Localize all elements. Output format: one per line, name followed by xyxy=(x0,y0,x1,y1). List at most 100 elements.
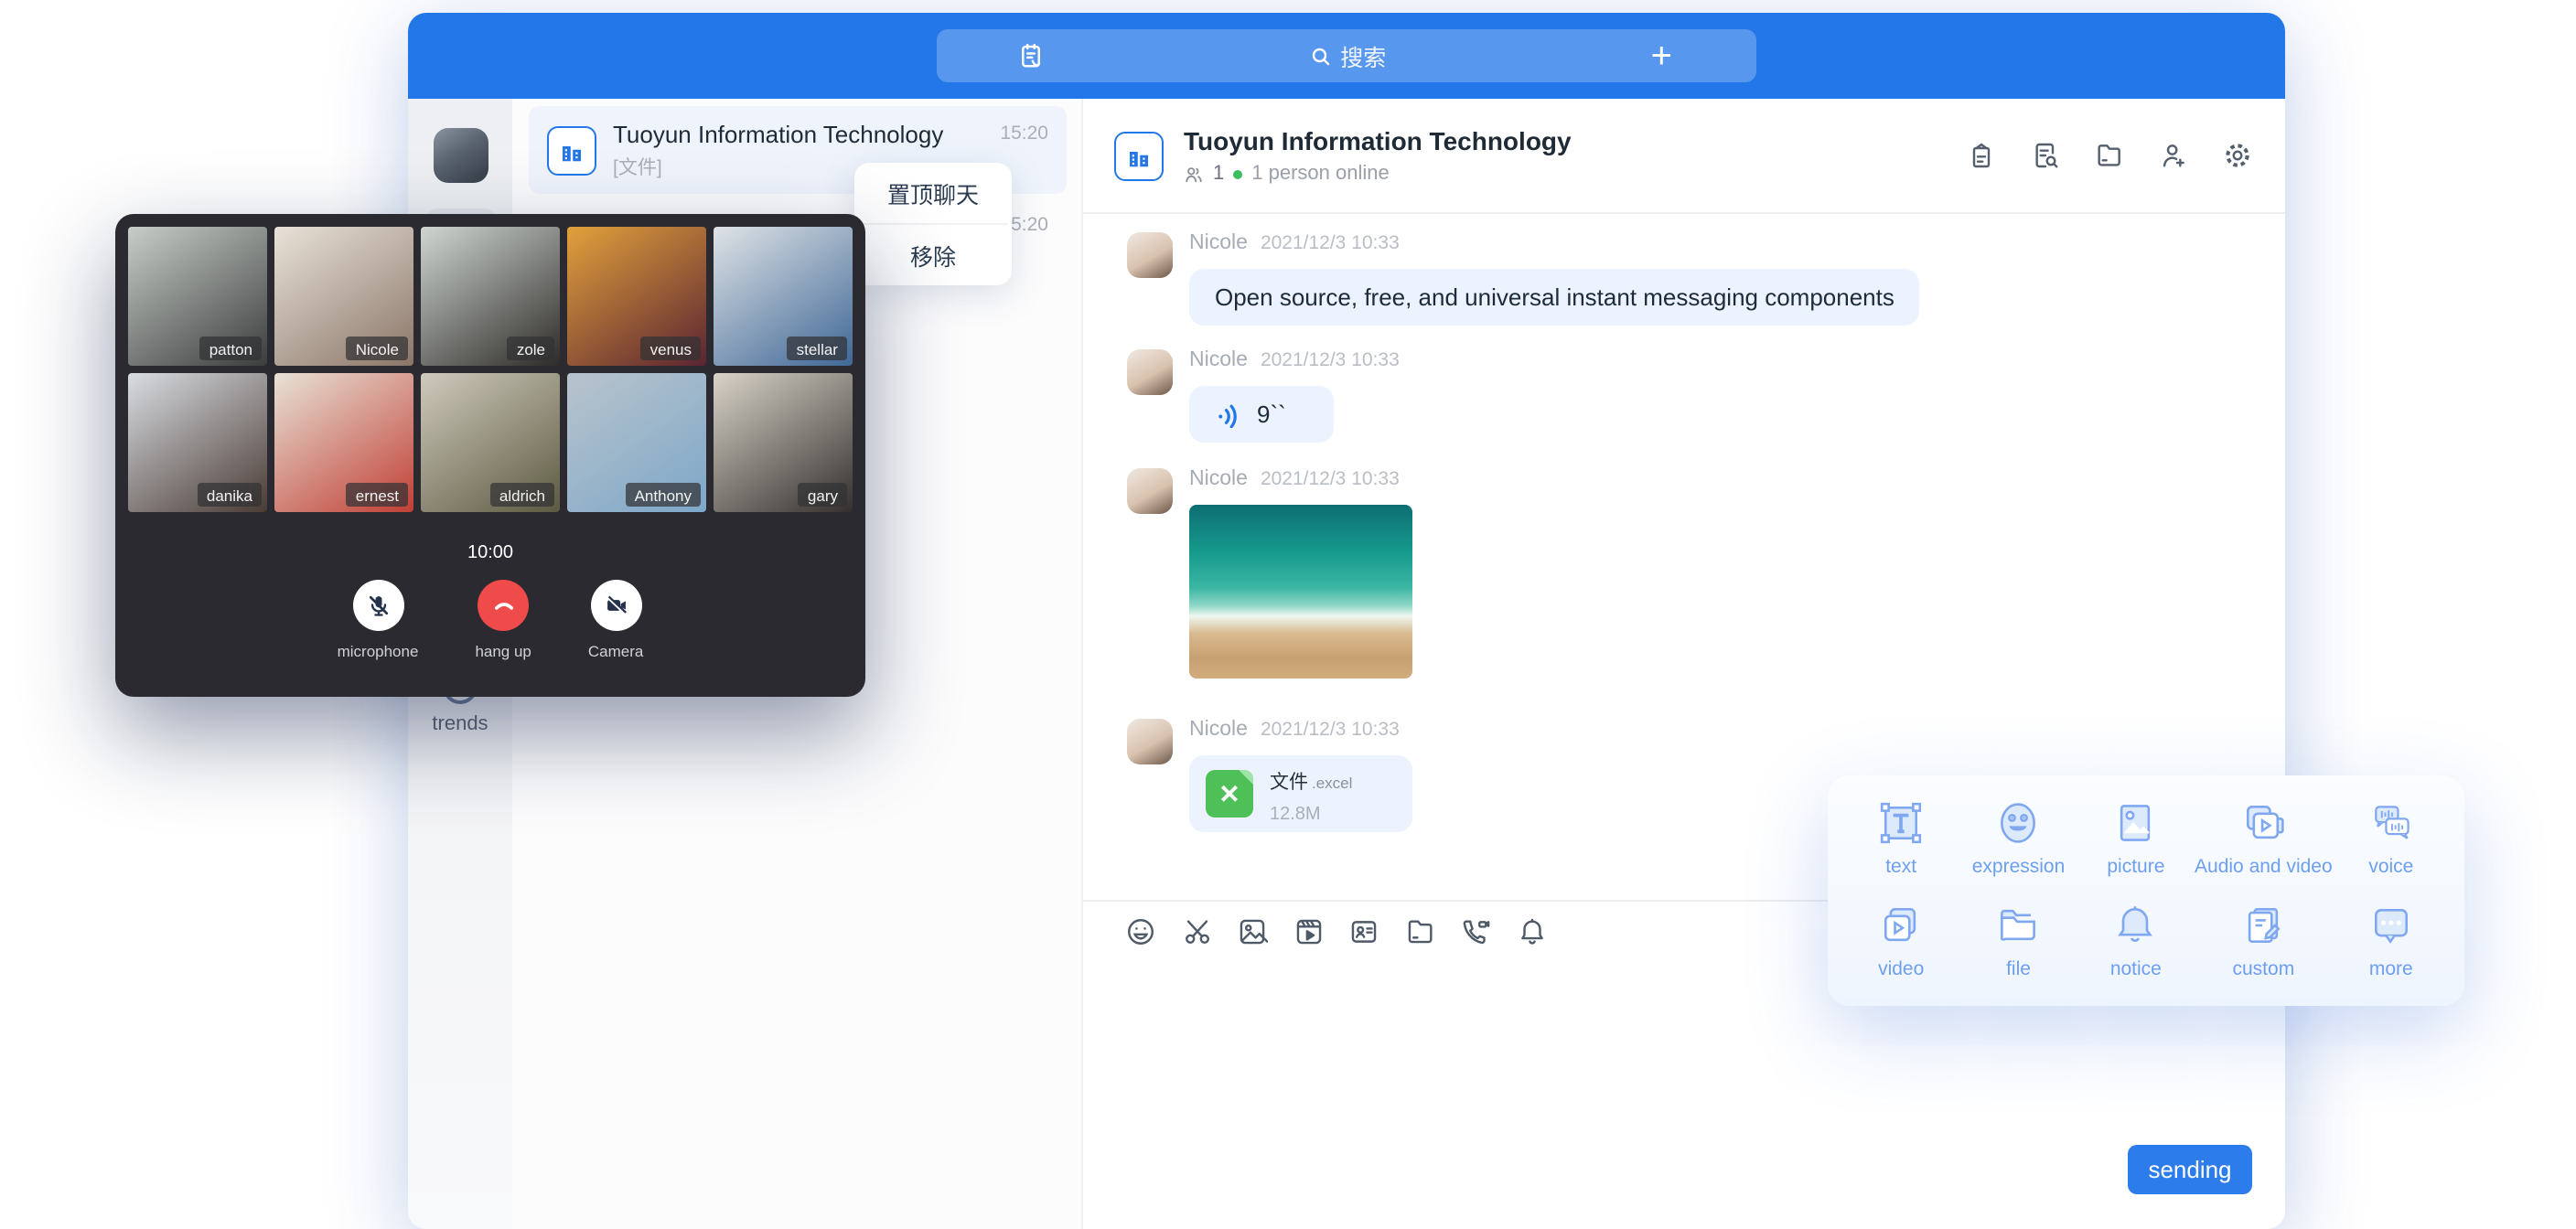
panel-item-text[interactable]: text xyxy=(1842,799,1959,890)
control-label: Camera xyxy=(588,642,643,660)
participant-video[interactable]: aldrich xyxy=(421,373,560,512)
sender-name: Nicole xyxy=(1189,349,1248,371)
message-text: Nicole 2021/12/3 10:33 Open source, free… xyxy=(1127,232,2241,326)
panel-item-video[interactable]: video xyxy=(1842,901,1959,991)
settings-gear-icon[interactable] xyxy=(2223,141,2252,170)
voice-duration: 9`` xyxy=(1257,401,1286,428)
participant-video[interactable]: gary xyxy=(714,373,853,512)
participant-video[interactable]: venus xyxy=(567,227,706,366)
message-voice: Nicole 2021/12/3 10:33 9`` xyxy=(1127,349,2241,443)
conversation-time: 15:20 xyxy=(1000,123,1048,144)
participant-video[interactable]: danika xyxy=(128,373,267,512)
menu-item-remove[interactable]: 移除 xyxy=(854,225,1012,285)
send-button[interactable]: sending xyxy=(2128,1145,2252,1194)
menu-item-pin-chat[interactable]: 置顶聊天 xyxy=(854,163,1012,223)
participant-video[interactable]: patton xyxy=(128,227,267,366)
message-image: Nicole 2021/12/3 10:33 xyxy=(1127,468,2241,679)
participant-video[interactable]: ernest xyxy=(274,373,413,512)
panel-item-picture[interactable]: picture xyxy=(2077,799,2195,890)
files-icon[interactable] xyxy=(2095,141,2124,170)
sender-avatar[interactable] xyxy=(1127,468,1173,514)
message-timestamp: 2021/12/3 10:33 xyxy=(1261,349,1400,371)
chat-pane: Tuoyun Information Technology 1 1 person… xyxy=(1083,99,2285,1229)
voice-wave-icon xyxy=(1215,401,1242,428)
plus-icon[interactable]: + xyxy=(1651,37,1672,74)
mic-muted-icon xyxy=(365,593,391,618)
panel-item-expression[interactable]: expression xyxy=(1959,799,2077,890)
image-icon[interactable] xyxy=(1237,915,1268,946)
expression-icon xyxy=(1995,799,2043,847)
video-clip-icon[interactable] xyxy=(1293,915,1324,946)
sender-avatar[interactable] xyxy=(1127,719,1173,764)
panel-item-file[interactable]: file xyxy=(1959,901,2077,991)
participant-name: aldrich xyxy=(490,483,554,507)
screenshot-scissors-icon[interactable] xyxy=(1181,915,1212,946)
emoji-icon[interactable] xyxy=(1125,915,1156,946)
hang-up-button[interactable] xyxy=(478,580,529,631)
organization-icon xyxy=(1114,131,1164,180)
file-attachment[interactable]: ✕ 文件.excel 12.8M xyxy=(1189,755,1412,832)
panel-item-custom[interactable]: custom xyxy=(2195,901,2333,991)
online-text: 1 person online xyxy=(1251,163,1389,185)
participant-name: gary xyxy=(799,483,847,507)
trends-label: trends xyxy=(408,713,512,735)
participant-name: venus xyxy=(641,337,701,360)
search-field[interactable]: 搜索 xyxy=(1045,38,1651,73)
custom-icon xyxy=(2239,901,2287,948)
message-timestamp: 2021/12/3 10:33 xyxy=(1261,719,1400,741)
participant-name: zole xyxy=(508,337,554,360)
message-timestamp: 2021/12/3 10:33 xyxy=(1261,468,1400,490)
microphone-mute-button[interactable] xyxy=(352,580,403,631)
participant-name: Anthony xyxy=(626,483,701,507)
participant-name: danika xyxy=(198,483,262,507)
chat-header: Tuoyun Information Technology 1 1 person… xyxy=(1083,99,2285,214)
participant-video[interactable]: Anthony xyxy=(567,373,706,512)
camera-off-button[interactable] xyxy=(590,580,641,631)
sender-avatar[interactable] xyxy=(1127,232,1173,278)
stage: 搜索 + trends xyxy=(0,0,2576,1229)
call-records-icon[interactable] xyxy=(1017,42,1045,69)
message-type-panel: text expression picture xyxy=(1828,775,2464,1006)
text-bubble[interactable]: Open source, free, and universal instant… xyxy=(1189,269,1920,326)
panel-item-more[interactable]: more xyxy=(2333,901,2450,991)
chat-record-search-icon[interactable] xyxy=(2031,141,2060,170)
control-camera: Camera xyxy=(588,580,643,660)
conversation-title: Tuoyun Information Technology xyxy=(613,120,1048,147)
panel-item-audio-video[interactable]: Audio and video xyxy=(2195,799,2333,890)
control-label: hang up xyxy=(475,642,531,660)
contact-card-icon[interactable] xyxy=(1348,915,1379,946)
sender-name: Nicole xyxy=(1189,719,1248,741)
participant-grid: patton Nicole zole venus stellar danika … xyxy=(128,227,853,512)
participant-video[interactable]: zole xyxy=(421,227,560,366)
video-call-icon[interactable] xyxy=(1460,915,1491,946)
my-avatar[interactable] xyxy=(433,128,488,183)
add-member-icon[interactable] xyxy=(2159,141,2188,170)
file-size: 12.8M xyxy=(1270,804,1352,824)
folder-icon[interactable] xyxy=(1404,915,1435,946)
participant-name: ernest xyxy=(347,483,408,507)
call-timer: 10:00 xyxy=(128,543,853,563)
sender-name: Nicole xyxy=(1189,468,1248,490)
image-attachment[interactable] xyxy=(1189,505,1412,679)
control-microphone: microphone xyxy=(338,580,419,660)
announcement-icon[interactable] xyxy=(1967,141,1996,170)
voice-icon xyxy=(2367,799,2415,847)
panel-item-voice[interactable]: voice xyxy=(2333,799,2450,890)
search-bar[interactable]: 搜索 + xyxy=(937,29,1756,82)
text-icon xyxy=(1877,799,1925,847)
voice-bubble[interactable]: 9`` xyxy=(1189,386,1334,443)
sender-avatar[interactable] xyxy=(1127,349,1173,395)
participant-video[interactable]: stellar xyxy=(714,227,853,366)
participant-name: stellar xyxy=(788,337,847,360)
notification-bell-icon[interactable] xyxy=(1516,915,1547,946)
participant-name: patton xyxy=(200,337,262,360)
search-icon xyxy=(1309,45,1331,67)
more-icon xyxy=(2367,901,2415,948)
participant-video[interactable]: Nicole xyxy=(274,227,413,366)
organization-icon xyxy=(547,125,596,175)
panel-item-notice[interactable]: notice xyxy=(2077,901,2195,991)
conversation-context-menu: 置顶聊天 移除 xyxy=(854,163,1012,285)
camera-off-icon xyxy=(603,593,628,618)
member-count: 1 xyxy=(1213,163,1224,185)
notice-bell-icon xyxy=(2112,901,2160,948)
